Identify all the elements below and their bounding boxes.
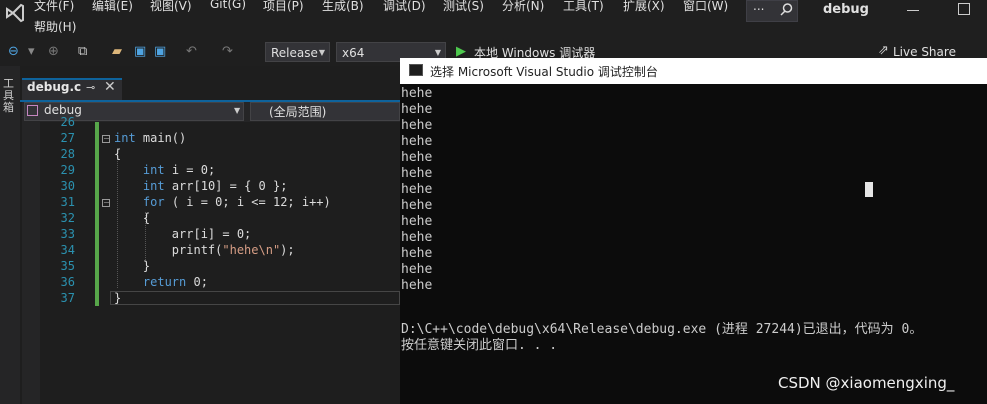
code-line: }	[114, 291, 122, 305]
line-number: 32	[60, 211, 75, 225]
collapse-icon[interactable]: −	[102, 199, 110, 207]
console-output-line: hehe	[401, 102, 433, 117]
menu-test[interactable]: 测试(S)	[443, 0, 484, 14]
code-line: int i = 0;	[142, 163, 216, 177]
code-line: {	[114, 147, 122, 161]
menu-build[interactable]: 生成(B)	[322, 0, 364, 14]
tab-label: debug.c	[27, 80, 82, 94]
maximize-icon[interactable]	[958, 3, 970, 15]
solution-title: debug	[823, 2, 869, 17]
menu-extensions[interactable]: 扩展(X)	[623, 0, 665, 14]
collapse-icon[interactable]: −	[102, 135, 110, 143]
code-line: int arr[10] = { 0 };	[142, 179, 288, 193]
code-line: {	[114, 211, 151, 225]
line-number: 36	[60, 275, 75, 289]
line-number: 26	[60, 115, 75, 129]
menu-debug[interactable]: 调试(D)	[383, 0, 426, 14]
current-line-highlight	[110, 291, 400, 305]
line-number: 29	[60, 163, 75, 177]
console-output-line: hehe	[401, 214, 433, 229]
redo-icon[interactable]: ↷	[222, 44, 233, 59]
code-editor[interactable]	[40, 122, 400, 404]
live-share-button[interactable]: Live Share	[893, 45, 956, 59]
line-number: 28	[60, 147, 75, 161]
code-line: for ( i = 0; i <= 12; i++)	[142, 195, 331, 209]
visual-studio-logo-icon[interactable]	[4, 2, 26, 24]
menu-edit[interactable]: 编辑(E)	[92, 0, 133, 14]
code-line: printf("hehe\n");	[114, 243, 295, 257]
console-output-line: hehe	[401, 262, 433, 277]
search-icon	[780, 3, 793, 16]
menu-help[interactable]: 帮助(H)	[34, 18, 76, 35]
console-output-line: hehe	[401, 198, 433, 213]
console-output-line: hehe	[401, 166, 433, 181]
search-dots: ...	[753, 0, 765, 13]
line-number: 31	[60, 195, 75, 209]
menu-window[interactable]: 窗口(W)	[683, 0, 728, 14]
project-icon	[27, 105, 38, 116]
configuration-select[interactable]: Release ▼	[265, 42, 330, 62]
chevron-down-icon: ▼	[234, 106, 241, 115]
close-prompt: 按任意键关闭此窗口. . .	[401, 338, 558, 353]
line-number: 33	[60, 227, 75, 241]
code-line: int main()	[114, 131, 187, 145]
toolbox-tab[interactable]: 工具箱	[3, 78, 17, 114]
save-all-icon[interactable]: ▣	[154, 44, 166, 59]
watermark: CSDN @xiaomengxing_	[778, 374, 955, 392]
console-output-line: hehe	[401, 134, 433, 149]
minimize-icon[interactable]	[907, 10, 919, 11]
console-title: 选择 Microsoft Visual Studio 调试控制台	[430, 65, 658, 79]
console-output-line: hehe	[401, 182, 433, 197]
line-number: 37	[60, 291, 75, 305]
dropdown-icon[interactable]: ▾	[28, 44, 35, 59]
forward-icon[interactable]: ⊕	[48, 44, 59, 59]
platform-value: x64	[342, 46, 365, 60]
console-output-line: hehe	[401, 150, 433, 165]
toolbox-strip	[0, 66, 20, 404]
search-box[interactable]: ...	[746, 0, 798, 22]
undo-icon[interactable]: ↶	[186, 44, 197, 59]
code-line: return 0;	[142, 275, 208, 289]
configuration-value: Release	[271, 46, 318, 60]
menu-file[interactable]: 文件(F)	[34, 0, 74, 14]
menu-tools[interactable]: 工具(T)	[563, 0, 604, 14]
menu-analyze[interactable]: 分析(N)	[502, 0, 544, 14]
change-tracking-bar	[95, 122, 99, 306]
chevron-down-icon: ▼	[318, 48, 325, 57]
line-number: 35	[60, 259, 75, 273]
line-number: 27	[60, 131, 75, 145]
console-output-line: hehe	[401, 118, 433, 133]
back-icon[interactable]: ⊖	[8, 44, 19, 59]
new-project-icon[interactable]: ⧉	[78, 44, 87, 59]
live-share-icon: ⇗	[878, 43, 889, 58]
console-output-line: hehe	[401, 278, 433, 293]
save-icon[interactable]: ▣	[134, 44, 146, 59]
scope-value: (全局范围)	[269, 105, 327, 119]
console-cursor	[865, 182, 873, 197]
console-output-line: hehe	[401, 246, 433, 261]
line-number: 34	[60, 243, 75, 257]
code-line: }	[114, 259, 151, 273]
start-debugging-icon[interactable]: ▶	[456, 44, 466, 59]
line-number: 30	[60, 179, 75, 193]
console-output-line: hehe	[401, 86, 433, 101]
console-icon	[409, 64, 423, 76]
indicator-margin	[22, 122, 40, 404]
console-output-line: hehe	[401, 230, 433, 245]
menu-view[interactable]: 视图(V)	[150, 0, 192, 14]
code-line: arr[i] = 0;	[114, 227, 252, 241]
menu-project[interactable]: 项目(P)	[263, 0, 304, 14]
open-folder-icon[interactable]: ▰	[112, 44, 122, 59]
pin-icon[interactable]: ⊸	[86, 81, 95, 94]
close-icon[interactable]: ✕	[104, 79, 116, 95]
menu-git[interactable]: Git(G)	[210, 0, 246, 11]
